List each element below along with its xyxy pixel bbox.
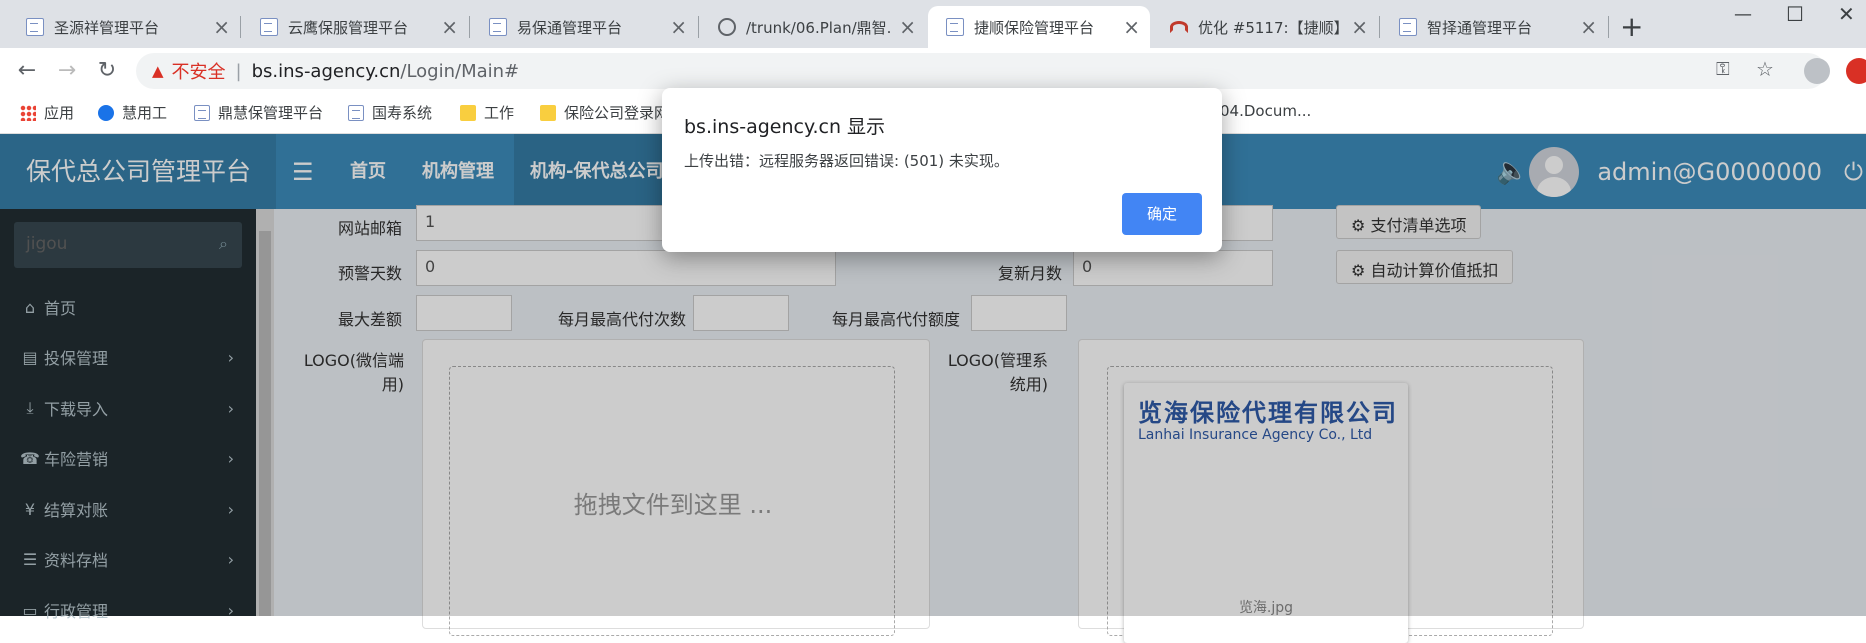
extension-icon[interactable]: [1846, 58, 1866, 84]
bookmark-label: 应用: [44, 104, 75, 122]
bookmark-label: 04.Docum...: [1220, 102, 1312, 120]
warning-icon: ▲: [152, 62, 164, 80]
close-icon[interactable]: ×: [441, 17, 458, 37]
tab-redmine-issue[interactable]: 优化 #5117:【捷顺】... ×: [1152, 6, 1378, 48]
maximize-button[interactable]: ☐: [1786, 2, 1804, 26]
forward-arrow-icon[interactable]: →: [52, 56, 82, 86]
globe-icon: [718, 18, 736, 36]
tab-label: 智择通管理平台: [1427, 18, 1533, 37]
reload-icon[interactable]: ↻: [92, 56, 122, 86]
redmine-icon: [1170, 21, 1188, 33]
tab-divider: [1379, 16, 1380, 38]
tab-jieshun-active[interactable]: 捷顺保险管理平台 ×: [928, 6, 1150, 48]
tab-label: /trunk/06.Plan/鼎智...: [746, 18, 892, 37]
browser-tab-strip: 圣源祥管理平台 × 云鹰保服管理平台 × 易保通管理平台 × /trunk/06…: [0, 0, 1866, 48]
tab-divider: [1608, 16, 1609, 38]
tab-label: 圣源祥管理平台: [54, 18, 160, 37]
bookmark-guoshou[interactable]: 国寿系统: [348, 102, 432, 123]
bookmark-folder-work[interactable]: 工作: [460, 102, 514, 123]
bookmark-huiyonggong[interactable]: 慧用工: [98, 102, 167, 123]
page-icon: [260, 18, 278, 36]
apps-grid-icon: [20, 104, 36, 121]
not-secure-label: 不安全: [171, 62, 226, 83]
bookmark-label: 慧用工: [122, 104, 168, 122]
alert-dialog: bs.ins-agency.cn 显示 上传出错：远程服务器返回错误: (501…: [662, 88, 1222, 252]
tab-divider: [240, 16, 241, 38]
tab-label: 捷顺保险管理平台: [974, 18, 1095, 37]
tab-trunk-plan[interactable]: /trunk/06.Plan/鼎智... ×: [700, 6, 926, 48]
dialog-message: 上传出错：远程服务器返回错误: (501) 未实现。: [684, 152, 1009, 170]
bookmark-label: 工作: [484, 104, 515, 122]
tab-shengyuanxiang[interactable]: 圣源祥管理平台 ×: [8, 6, 240, 48]
page-icon: [489, 18, 507, 36]
page-icon: [26, 18, 44, 36]
close-icon[interactable]: ×: [899, 17, 916, 37]
tab-divider: [469, 16, 470, 38]
tab-label: 云鹰保服管理平台: [288, 18, 409, 37]
address-bar[interactable]: ▲ 不安全 | bs.ins-agency.cn/Login/Main# ⚿ ☆: [136, 53, 1826, 89]
folder-icon: [540, 104, 556, 121]
close-icon[interactable]: ×: [670, 17, 687, 37]
page-icon: [194, 104, 210, 121]
page-icon: [348, 104, 364, 121]
bookmark-label: 国寿系统: [372, 104, 433, 122]
close-icon[interactable]: ×: [1351, 17, 1368, 37]
bookmark-documents[interactable]: 04.Docum...: [1220, 102, 1311, 120]
tab-yunying[interactable]: 云鹰保服管理平台 ×: [242, 6, 468, 48]
key-icon[interactable]: ⚿: [1716, 59, 1730, 80]
folder-icon: [460, 104, 476, 121]
dialog-title: bs.ins-agency.cn 显示: [684, 116, 886, 138]
url-path: /Login/Main#: [400, 60, 520, 82]
close-icon[interactable]: ×: [213, 17, 230, 37]
bookmark-label: 鼎慧保管理平台: [218, 104, 324, 122]
close-window-button[interactable]: ✕: [1838, 2, 1855, 26]
minimize-button[interactable]: —: [1734, 4, 1752, 25]
star-icon[interactable]: ☆: [1756, 57, 1774, 81]
dialog-ok-button[interactable]: 确定: [1122, 193, 1202, 235]
tab-yibaotong[interactable]: 易保通管理平台 ×: [471, 6, 697, 48]
tab-zhizetong[interactable]: 智择通管理平台 ×: [1381, 6, 1607, 48]
page-icon: [1399, 18, 1417, 36]
profile-avatar-icon[interactable]: [1804, 58, 1830, 84]
tab-divider: [698, 16, 699, 38]
tab-label: 优化 #5117:【捷顺】...: [1198, 18, 1343, 37]
bookmark-apps[interactable]: 应用: [20, 102, 74, 123]
url-host: bs.ins-agency.cn: [251, 60, 401, 82]
close-icon[interactable]: ×: [1123, 17, 1140, 37]
back-arrow-icon[interactable]: ←: [12, 56, 42, 86]
address-separator: |: [235, 60, 242, 82]
bookmark-dinghuibao[interactable]: 鼎慧保管理平台: [194, 102, 323, 123]
page-icon: [946, 18, 964, 36]
bookmark-favicon: [98, 104, 114, 121]
close-icon[interactable]: ×: [1580, 17, 1597, 37]
new-tab-button[interactable]: +: [1620, 10, 1643, 43]
tab-label: 易保通管理平台: [517, 18, 623, 37]
